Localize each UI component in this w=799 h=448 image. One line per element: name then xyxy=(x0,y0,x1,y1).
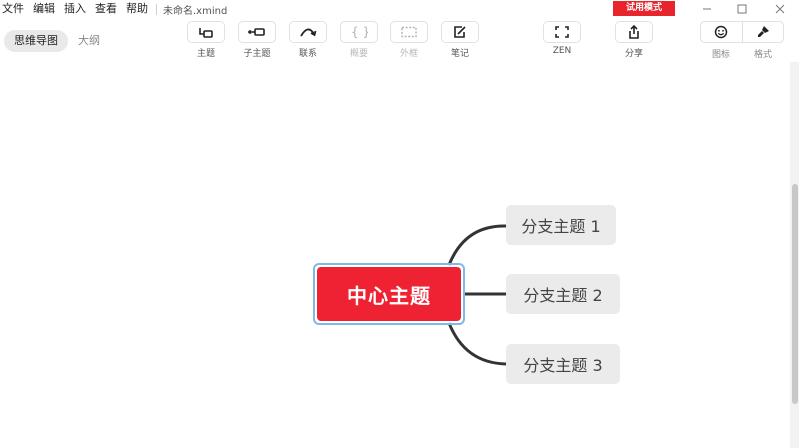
branch-topic-3[interactable]: 分支主题 3 xyxy=(506,344,620,384)
central-topic[interactable]: 中心主题 xyxy=(313,263,465,325)
branch-topic-1[interactable]: 分支主题 1 xyxy=(506,205,616,245)
branch-topic-2[interactable]: 分支主题 2 xyxy=(506,274,620,314)
branch-connectors xyxy=(447,224,507,366)
connector-branch-3 xyxy=(447,322,507,366)
connector-branch-1 xyxy=(447,224,507,266)
central-topic-label: 中心主题 xyxy=(317,267,461,321)
